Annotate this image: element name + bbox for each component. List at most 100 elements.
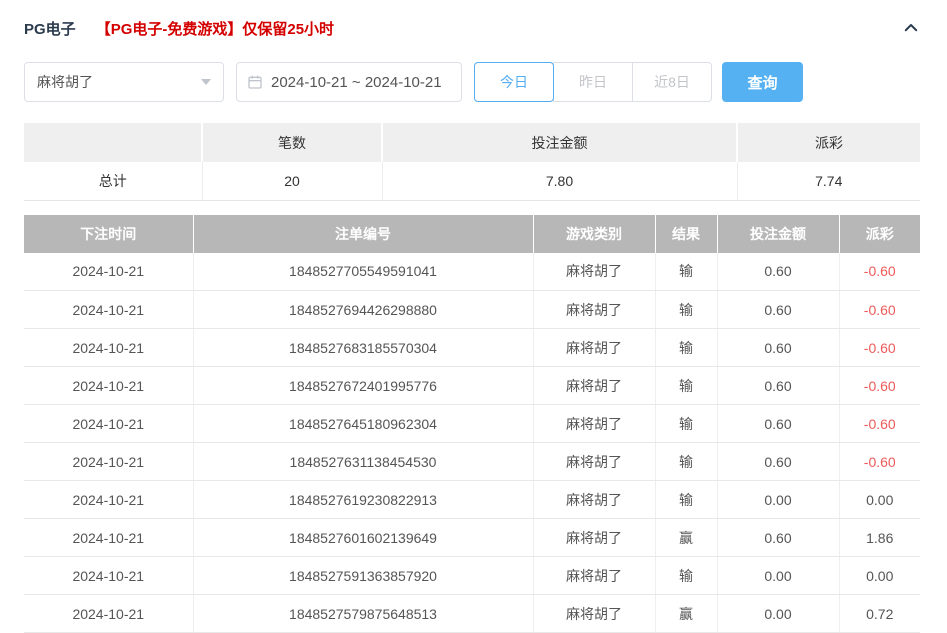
summary-total-label: 总计 — [24, 162, 202, 200]
table-row: 2024-10-21 1848527579875648513 麻将胡了 赢 0.… — [24, 595, 920, 633]
summary-header-bet-amount: 投注金额 — [382, 123, 737, 162]
cell-bet-id: 1848527579875648513 — [193, 595, 533, 633]
collapse-button[interactable] — [902, 19, 920, 37]
cell-game-type: 麻将胡了 — [533, 443, 655, 481]
summary-table: 笔数 投注金额 派彩 总计 20 7.80 7.74 — [24, 123, 920, 201]
cell-result: 输 — [655, 367, 717, 405]
cell-bet-amount: 0.60 — [717, 405, 839, 443]
cell-result: 赢 — [655, 519, 717, 557]
cell-result: 输 — [655, 443, 717, 481]
game-select[interactable]: 麻将胡了 — [24, 62, 224, 102]
summary-header-payout: 派彩 — [737, 123, 920, 162]
table-row: 2024-10-21 1848527601602139649 麻将胡了 赢 0.… — [24, 519, 920, 557]
cell-bet-id: 1848527694426298880 — [193, 291, 533, 329]
table-row: 2024-10-21 1848527705549591041 麻将胡了 输 0.… — [24, 253, 920, 291]
cell-payout: 0.00 — [839, 481, 920, 519]
cell-bet-id: 1848527705549591041 — [193, 253, 533, 291]
cell-result: 输 — [655, 291, 717, 329]
header-result: 结果 — [655, 215, 717, 253]
table-row: 2024-10-21 1848527619230822913 麻将胡了 输 0.… — [24, 481, 920, 519]
cell-bet-id: 1848527645180962304 — [193, 405, 533, 443]
cell-result: 输 — [655, 481, 717, 519]
chevron-up-icon — [902, 19, 920, 37]
records-panel: PG电子 【PG电子-免费游戏】仅保留25小时 麻将胡了 2024-10-21 … — [0, 0, 947, 633]
summary-total-bet-amount: 7.80 — [382, 162, 737, 200]
cell-bet-time: 2024-10-21 — [24, 253, 193, 291]
cell-game-type: 麻将胡了 — [533, 595, 655, 633]
cell-bet-amount: 0.00 — [717, 595, 839, 633]
header-bet-time: 下注时间 — [24, 215, 193, 253]
table-row: 2024-10-21 1848527694426298880 麻将胡了 输 0.… — [24, 291, 920, 329]
cell-payout: 0.00 — [839, 557, 920, 595]
cell-bet-amount: 0.60 — [717, 367, 839, 405]
cell-bet-time: 2024-10-21 — [24, 443, 193, 481]
header-bet-amount: 投注金额 — [717, 215, 839, 253]
panel-title: PG电子 — [24, 18, 76, 39]
cell-bet-amount: 0.60 — [717, 329, 839, 367]
summary-total-count: 20 — [202, 162, 382, 200]
cell-bet-time: 2024-10-21 — [24, 405, 193, 443]
table-row: 2024-10-21 1848527591363857920 麻将胡了 输 0.… — [24, 557, 920, 595]
quick-date-button-group: 今日 昨日 近8日 — [474, 62, 712, 102]
cell-bet-amount: 0.00 — [717, 557, 839, 595]
cell-game-type: 麻将胡了 — [533, 329, 655, 367]
chevron-down-icon — [201, 79, 211, 85]
cell-bet-amount: 0.00 — [717, 481, 839, 519]
calendar-icon — [247, 74, 263, 90]
cell-payout: 1.86 — [839, 519, 920, 557]
cell-payout: 0.72 — [839, 595, 920, 633]
yesterday-button[interactable]: 昨日 — [553, 62, 633, 102]
cell-bet-time: 2024-10-21 — [24, 595, 193, 633]
cell-result: 输 — [655, 253, 717, 291]
cell-bet-time: 2024-10-21 — [24, 481, 193, 519]
date-range-input[interactable]: 2024-10-21 ~ 2024-10-21 — [236, 62, 462, 102]
panel-header: PG电子 【PG电子-免费游戏】仅保留25小时 — [24, 0, 920, 56]
cell-game-type: 麻将胡了 — [533, 367, 655, 405]
summary-header-row: 笔数 投注金额 派彩 — [24, 123, 920, 162]
cell-bet-time: 2024-10-21 — [24, 329, 193, 367]
cell-bet-time: 2024-10-21 — [24, 291, 193, 329]
cell-bet-amount: 0.60 — [717, 443, 839, 481]
bet-table-body: 2024-10-21 1848527705549591041 麻将胡了 输 0.… — [24, 253, 920, 633]
cell-bet-id: 1848527591363857920 — [193, 557, 533, 595]
cell-payout: -0.60 — [839, 291, 920, 329]
summary-header-blank — [24, 123, 202, 162]
summary-total-row: 总计 20 7.80 7.74 — [24, 162, 920, 200]
cell-bet-amount: 0.60 — [717, 291, 839, 329]
bet-table-header-row: 下注时间 注单编号 游戏类别 结果 投注金额 派彩 — [24, 215, 920, 253]
cell-result: 输 — [655, 557, 717, 595]
free-game-notice: 【PG电子-免费游戏】仅保留25小时 — [96, 18, 334, 39]
cell-game-type: 麻将胡了 — [533, 481, 655, 519]
cell-payout: -0.60 — [839, 329, 920, 367]
cell-result: 赢 — [655, 595, 717, 633]
cell-bet-id: 1848527631138454530 — [193, 443, 533, 481]
search-button[interactable]: 查询 — [722, 62, 803, 102]
cell-bet-time: 2024-10-21 — [24, 519, 193, 557]
table-row: 2024-10-21 1848527631138454530 麻将胡了 输 0.… — [24, 443, 920, 481]
date-range-value: 2024-10-21 ~ 2024-10-21 — [271, 74, 442, 91]
last-8-days-button[interactable]: 近8日 — [632, 62, 712, 102]
header-game-type: 游戏类别 — [533, 215, 655, 253]
cell-payout: -0.60 — [839, 405, 920, 443]
header-bet-id: 注单编号 — [193, 215, 533, 253]
cell-bet-id: 1848527683185570304 — [193, 329, 533, 367]
cell-bet-amount: 0.60 — [717, 253, 839, 291]
cell-bet-id: 1848527601602139649 — [193, 519, 533, 557]
table-row: 2024-10-21 1848527645180962304 麻将胡了 输 0.… — [24, 405, 920, 443]
cell-result: 输 — [655, 329, 717, 367]
bet-records-table: 下注时间 注单编号 游戏类别 结果 投注金额 派彩 2024-10-21 184… — [24, 215, 920, 633]
table-row: 2024-10-21 1848527672401995776 麻将胡了 输 0.… — [24, 367, 920, 405]
cell-game-type: 麻将胡了 — [533, 405, 655, 443]
table-row: 2024-10-21 1848527683185570304 麻将胡了 输 0.… — [24, 329, 920, 367]
cell-game-type: 麻将胡了 — [533, 291, 655, 329]
cell-bet-time: 2024-10-21 — [24, 557, 193, 595]
cell-game-type: 麻将胡了 — [533, 519, 655, 557]
today-button[interactable]: 今日 — [474, 62, 554, 102]
game-select-value: 麻将胡了 — [37, 72, 93, 92]
cell-payout: -0.60 — [839, 367, 920, 405]
header-payout: 派彩 — [839, 215, 920, 253]
cell-bet-id: 1848527672401995776 — [193, 367, 533, 405]
cell-game-type: 麻将胡了 — [533, 557, 655, 595]
cell-payout: -0.60 — [839, 253, 920, 291]
cell-payout: -0.60 — [839, 443, 920, 481]
